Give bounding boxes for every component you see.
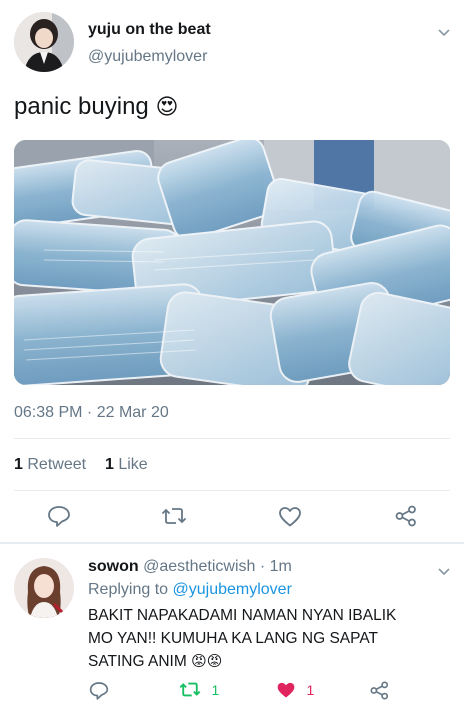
- user-avatar-icon: [14, 558, 74, 618]
- replying-to-label: Replying to: [88, 581, 169, 598]
- tweet-text-row: panic buying 😍: [14, 92, 178, 122]
- tweet-image[interactable]: [14, 140, 450, 385]
- reply-options-chevron-icon[interactable]: [438, 563, 450, 581]
- replying-to-handle[interactable]: @yujubemylover: [173, 581, 292, 598]
- like-label[interactable]: Like: [118, 456, 147, 473]
- reply-text: BAKIT NAPAKADAMI NAMAN NYAN IBALIK MO YA…: [88, 604, 396, 673]
- reply-like-button[interactable]: 1: [276, 681, 314, 699]
- retweet-icon: [161, 508, 187, 524]
- tweet-options-chevron-icon[interactable]: [438, 24, 450, 42]
- tweet-handle[interactable]: @yujubemylover: [88, 48, 207, 66]
- face-masks-photo-icon: [14, 140, 450, 385]
- reply-retweet-button[interactable]: 1: [179, 681, 219, 699]
- tweet-stats: 1 Retweet 1 Like: [14, 456, 148, 474]
- reply-like-count: 1: [306, 682, 315, 698]
- retweet-label[interactable]: Retweet: [27, 456, 86, 473]
- reply-header: sowon @aestheticwish · 1m: [88, 558, 292, 576]
- retweet-count[interactable]: 1: [14, 456, 23, 473]
- reply-handle[interactable]: @aestheticwish: [143, 558, 255, 575]
- retweet-icon: [179, 682, 201, 697]
- like-button[interactable]: [278, 506, 302, 527]
- heart-icon: [279, 507, 301, 527]
- reply-reply-button[interactable]: [89, 681, 109, 700]
- heart-filled-icon: [277, 682, 295, 698]
- angry-face-emoji-icon: 😡😡: [191, 653, 223, 670]
- reply-avatar[interactable]: [14, 558, 74, 618]
- tweet-timestamp[interactable]: 06:38 PM · 22 Mar 20: [14, 404, 169, 422]
- reply-time: · 1m: [259, 558, 292, 575]
- divider: [0, 542, 464, 544]
- replying-to: Replying to @yujubemylover: [88, 581, 292, 599]
- share-button[interactable]: [395, 505, 417, 527]
- divider: [14, 490, 450, 491]
- reply-text-line: BAKIT NAPAKADAMI NAMAN NYAN IBALIK: [88, 607, 397, 624]
- tweet-avatar[interactable]: [14, 12, 74, 72]
- user-avatar-icon: [14, 12, 74, 72]
- reply-icon: [89, 682, 109, 700]
- reply-text-line: SATING ANIM: [88, 653, 187, 670]
- divider: [14, 438, 450, 439]
- like-count[interactable]: 1: [105, 456, 114, 473]
- reply-display-name[interactable]: sowon: [88, 558, 139, 575]
- retweet-button[interactable]: [161, 506, 187, 526]
- tweet-display-name[interactable]: yuju on the beat: [88, 21, 211, 39]
- tweet-text: panic buying: [14, 93, 149, 120]
- reply-icon: [48, 506, 70, 527]
- reply-share-button[interactable]: [370, 681, 389, 700]
- share-icon: [395, 505, 416, 527]
- heart-eyes-emoji-icon: 😍: [155, 94, 179, 119]
- reply-retweet-count: 1: [211, 681, 220, 698]
- reply-button[interactable]: [47, 505, 71, 527]
- reply-text-line: MO YAN!! KUMUHA KA LANG NG SAPAT: [88, 630, 378, 647]
- share-icon: [370, 681, 389, 700]
